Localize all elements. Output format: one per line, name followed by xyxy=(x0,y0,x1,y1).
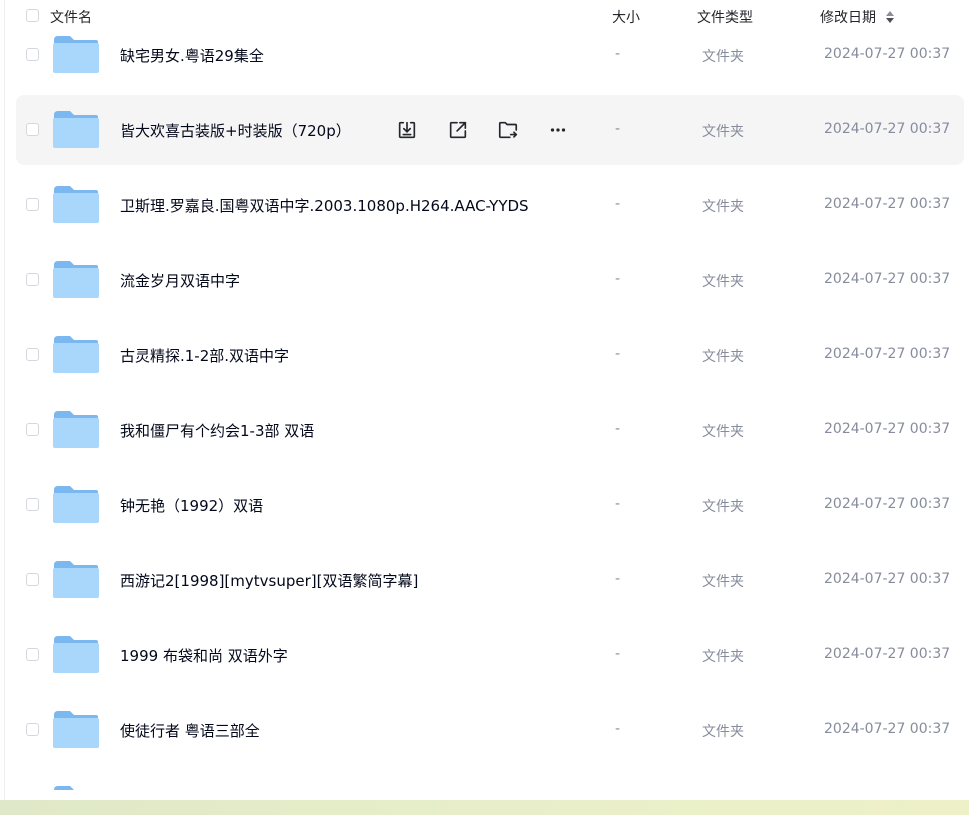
file-name[interactable]: 我和僵尸有个约会1-3部 双语 xyxy=(120,420,314,441)
file-size: - xyxy=(615,196,621,212)
folder-icon xyxy=(54,786,96,790)
file-date: 2024-07-27 00:37 xyxy=(824,346,951,362)
file-date: 2024-07-27 00:37 xyxy=(824,46,951,62)
column-header-size[interactable]: 大小 xyxy=(612,7,640,27)
folder-icon xyxy=(53,186,99,223)
file-date: 2024-07-27 00:37 xyxy=(824,721,951,737)
file-size: - xyxy=(615,121,621,137)
file-name[interactable]: 1999 布袋和尚 双语外字 xyxy=(120,645,288,666)
file-type: 文件夹 xyxy=(702,349,744,365)
list-item[interactable]: 1999 布袋和尚 双语外字 - 文件夹 2024-07-27 00:37 xyxy=(16,620,964,690)
row-checkbox[interactable] xyxy=(26,123,39,136)
file-size: - xyxy=(615,721,621,737)
file-type: 文件夹 xyxy=(702,574,744,590)
list-item[interactable]: 钟无艳（1992）双语 - 文件夹 2024-07-27 00:37 xyxy=(16,470,964,540)
file-name[interactable]: 西游记2[1998][mytvsuper][双语繁简字幕] xyxy=(120,570,418,591)
sort-icon[interactable] xyxy=(885,10,895,24)
file-date: 2024-07-27 00:37 xyxy=(824,121,951,137)
file-size: - xyxy=(615,421,621,437)
file-size: - xyxy=(615,571,621,587)
folder-icon xyxy=(53,111,99,148)
row-checkbox[interactable] xyxy=(26,423,39,436)
file-date: 2024-07-27 00:37 xyxy=(824,271,951,287)
folder-icon xyxy=(53,711,99,748)
folder-icon xyxy=(53,261,99,298)
file-date: 2024-07-27 00:37 xyxy=(824,646,951,662)
download-icon[interactable] xyxy=(394,117,420,143)
file-type: 文件夹 xyxy=(702,499,744,515)
file-type: 文件夹 xyxy=(702,49,744,65)
file-name[interactable]: 缺宅男女.粤语29集全 xyxy=(120,45,264,66)
file-name[interactable]: 卫斯理.罗嘉良.国粤双语中字.2003.1080p.H264.AAC-YYDS xyxy=(120,195,529,216)
file-name[interactable]: 古灵精探.1-2部.双语中字 xyxy=(120,345,289,366)
file-date: 2024-07-27 00:37 xyxy=(824,421,951,437)
file-size: - xyxy=(615,496,621,512)
file-date: 2024-07-27 00:37 xyxy=(824,196,951,212)
list-item[interactable]: 西游记2[1998][mytvsuper][双语繁简字幕] - 文件夹 2024… xyxy=(16,545,964,615)
row-checkbox[interactable] xyxy=(26,348,39,361)
folder-icon xyxy=(53,411,99,448)
file-size: - xyxy=(615,346,621,362)
file-list-page: 缺宅男女.粤语29集全 - 文件夹 2024-07-27 00:37 皆大欢喜古… xyxy=(0,0,969,815)
row-checkbox[interactable] xyxy=(26,723,39,736)
bottom-background-strip xyxy=(0,800,969,815)
column-header-date[interactable]: 修改日期 xyxy=(820,7,876,27)
folder-icon xyxy=(53,486,99,523)
row-checkbox[interactable] xyxy=(26,273,39,286)
file-date: 2024-07-27 00:37 xyxy=(824,571,951,587)
move-icon[interactable] xyxy=(495,117,521,143)
list-item[interactable]: 皆大欢喜古装版+时装版（720p） - 文件夹 2024-07-27 00:37 xyxy=(16,95,964,165)
column-header-name[interactable]: 文件名 xyxy=(50,7,92,27)
file-size: - xyxy=(615,646,621,662)
list-item[interactable] xyxy=(16,770,964,790)
folder-icon xyxy=(53,336,99,373)
file-type: 文件夹 xyxy=(702,124,744,140)
row-checkbox[interactable] xyxy=(26,198,39,211)
file-size: - xyxy=(615,46,621,62)
row-checkbox[interactable] xyxy=(26,48,39,61)
select-all-checkbox[interactable] xyxy=(26,9,39,22)
list-item[interactable]: 使徒行者 粤语三部全 - 文件夹 2024-07-27 00:37 xyxy=(16,695,964,765)
file-date: 2024-07-27 00:37 xyxy=(824,496,951,512)
file-list[interactable]: 缺宅男女.粤语29集全 - 文件夹 2024-07-27 00:37 皆大欢喜古… xyxy=(0,0,969,790)
share-icon[interactable] xyxy=(445,117,471,143)
more-icon[interactable] xyxy=(545,117,571,143)
file-type: 文件夹 xyxy=(702,424,744,440)
file-name[interactable]: 流金岁月双语中字 xyxy=(120,270,240,291)
row-checkbox[interactable] xyxy=(26,498,39,511)
folder-icon xyxy=(53,636,99,673)
file-size: - xyxy=(615,271,621,287)
file-type: 文件夹 xyxy=(702,199,744,215)
row-checkbox[interactable] xyxy=(26,573,39,586)
file-name[interactable]: 皆大欢喜古装版+时装版（720p） xyxy=(120,120,351,141)
table-header: 文件名 大小 文件类型 修改日期 xyxy=(0,0,969,32)
file-name[interactable]: 钟无艳（1992）双语 xyxy=(120,495,263,516)
list-item[interactable]: 流金岁月双语中字 - 文件夹 2024-07-27 00:37 xyxy=(16,245,964,315)
folder-icon xyxy=(53,36,99,73)
list-item[interactable]: 卫斯理.罗嘉良.国粤双语中字.2003.1080p.H264.AAC-YYDS … xyxy=(16,170,964,240)
list-item[interactable]: 我和僵尸有个约会1-3部 双语 - 文件夹 2024-07-27 00:37 xyxy=(16,395,964,465)
column-header-type[interactable]: 文件类型 xyxy=(697,7,753,27)
file-name[interactable]: 使徒行者 粤语三部全 xyxy=(120,720,260,741)
file-type: 文件夹 xyxy=(702,649,744,665)
list-item[interactable]: 古灵精探.1-2部.双语中字 - 文件夹 2024-07-27 00:37 xyxy=(16,320,964,390)
folder-icon xyxy=(53,561,99,598)
file-type: 文件夹 xyxy=(702,724,744,740)
file-type: 文件夹 xyxy=(702,274,744,290)
row-checkbox[interactable] xyxy=(26,648,39,661)
